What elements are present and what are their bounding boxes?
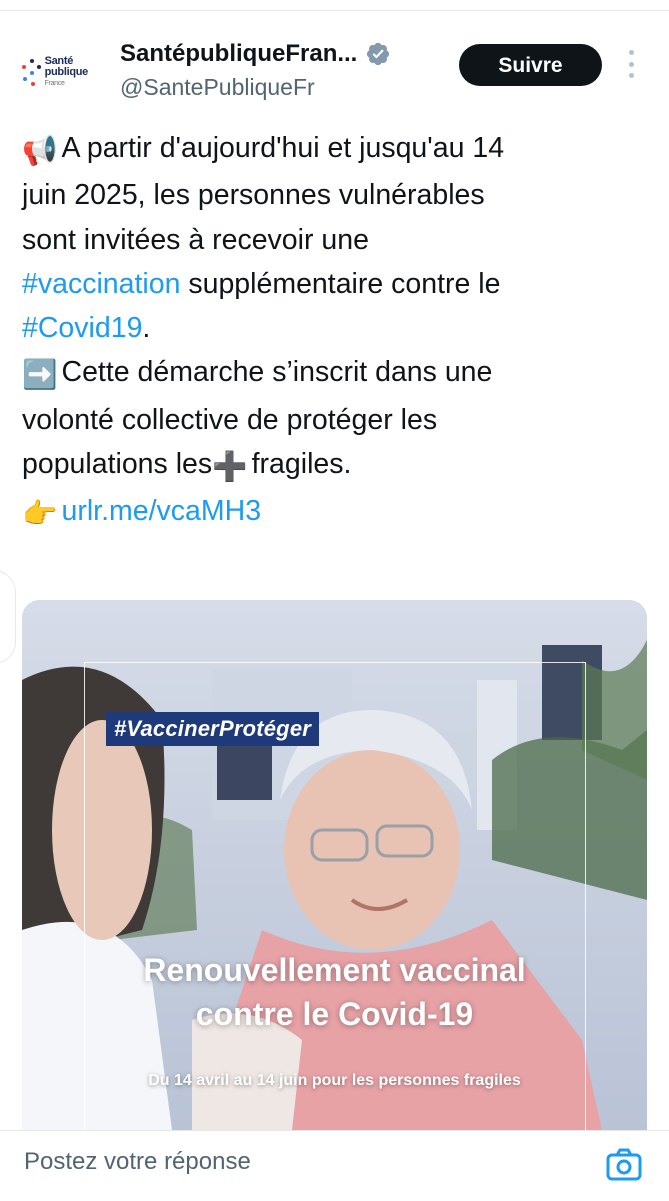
- logo-line-2: publique: [44, 65, 89, 78]
- top-divider: [0, 10, 669, 11]
- tweet-text-segment: sont invitées à recevoir une: [22, 223, 369, 256]
- tweet-line: volonté collective de protéger les: [22, 398, 642, 442]
- tweet-text-segment: A partir d'aujourd'hui et jusqu'au 14: [61, 132, 505, 164]
- tweet-text-segment: volonté collective de protéger les: [22, 403, 438, 436]
- emoji-icon: ➡️: [22, 359, 58, 392]
- author-handle[interactable]: @SantePubliqueFr: [120, 74, 315, 101]
- logo-line-3: France: [44, 79, 65, 87]
- tweet-text-segment: Cette démarche s’inscrit dans une: [61, 356, 493, 389]
- tweet-line: 👉 urlr.me/vcaMH3: [22, 489, 642, 536]
- emoji-icon: 📢: [22, 135, 58, 167]
- verified-badge-icon: [367, 42, 390, 66]
- tweet-text-segment: fragiles.: [251, 448, 352, 481]
- tweet-line: juin 2025, les personnes vulnérables: [22, 173, 642, 217]
- tweet-line: #Covid19.: [22, 306, 642, 350]
- hashtag-link[interactable]: #vaccination: [22, 268, 180, 300]
- tweet-text-segment: juin 2025, les personnes vulnérables: [22, 179, 485, 212]
- camera-icon[interactable]: [606, 1148, 642, 1182]
- logo-dots-icon: [20, 55, 41, 89]
- tweet-text: 📢 A partir d'aujourd'hui et jusqu'au 14 ju…: [22, 126, 642, 537]
- tweet-line: 📢 A partir d'aujourd'hui et jusqu'au 14: [22, 126, 642, 173]
- tweet-line: populations les➕ fragiles.: [22, 442, 642, 489]
- tweet-text-segment: populations les: [22, 448, 213, 481]
- emoji-icon: ➕: [212, 451, 248, 484]
- logo-line-1: Santé: [44, 54, 74, 67]
- media-subline: Du 14 avril au 14 juin pour les personne…: [148, 1072, 521, 1089]
- reply-input[interactable]: [22, 1147, 566, 1177]
- side-pull-handle[interactable]: [0, 570, 16, 664]
- tweet-line: #vaccination supplémentaire contre le: [22, 262, 642, 306]
- emoji-icon: 👉: [22, 498, 58, 531]
- tweet-text-segment: supplémentaire contre le: [180, 267, 501, 300]
- more-options-icon[interactable]: [627, 50, 635, 78]
- tweet-line: ➡️ Cette démarche s’inscrit dans une: [22, 350, 642, 397]
- media-headline-line-2: contre le Covid-19: [195, 996, 474, 1032]
- hashtag-link[interactable]: #Covid19: [22, 312, 142, 344]
- author-avatar[interactable]: Santé publique France: [20, 44, 88, 100]
- author-display-name[interactable]: SantépubliqueFran...: [120, 40, 357, 68]
- tweet-text-segment: .: [142, 312, 151, 345]
- media-hashtag-badge: #VaccinerProtéger: [106, 712, 320, 746]
- media-headline: Renouvellement vaccinal contre le Covid-…: [22, 948, 647, 1036]
- author-name-row[interactable]: SantépubliqueFran...: [120, 40, 391, 68]
- follow-button[interactable]: Suivre: [459, 44, 602, 86]
- url-link[interactable]: urlr.me/vcaMH3: [62, 495, 262, 527]
- tweet-media-image[interactable]: #VaccinerProtéger Renouvellement vaccina…: [22, 600, 647, 1130]
- tweet-line: sont invitées à recevoir une: [22, 218, 642, 262]
- media-headline-line-1: Renouvellement vaccinal: [143, 952, 526, 988]
- author-logo-text: Santé publique France: [44, 54, 89, 89]
